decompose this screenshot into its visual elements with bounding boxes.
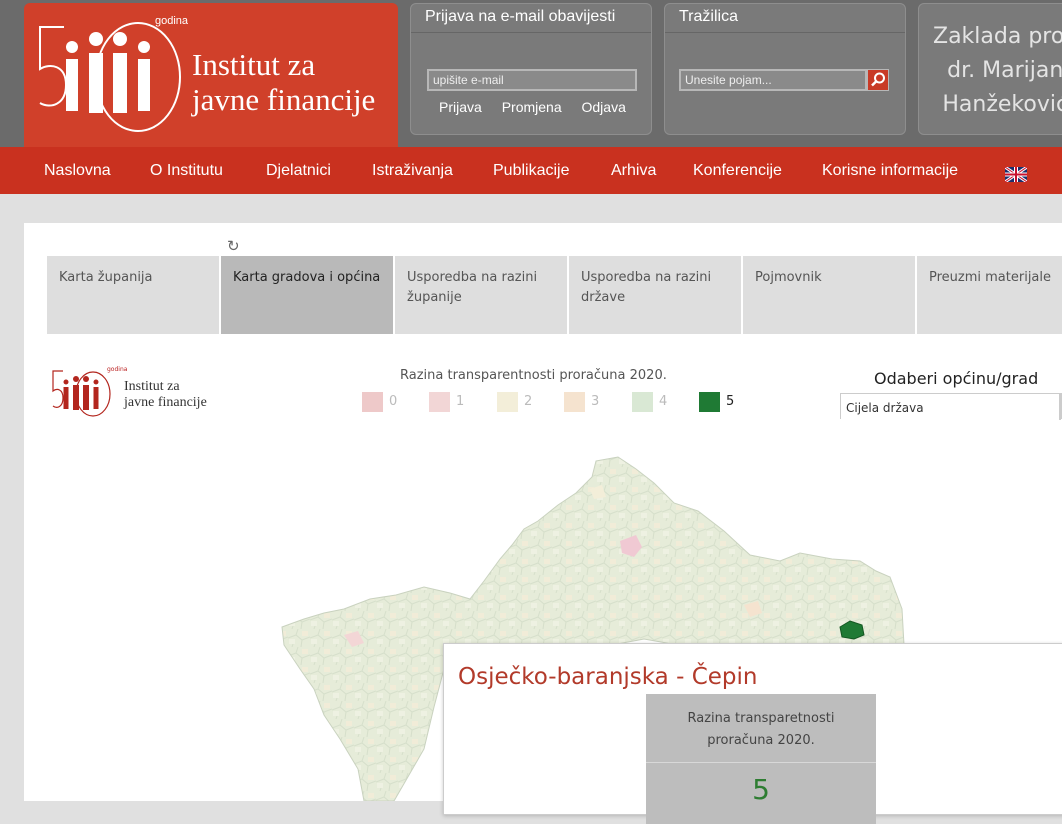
nav-item-arhiva[interactable]: Arhiva (611, 162, 656, 180)
legend-swatch (699, 392, 720, 412)
change-link[interactable]: Promjena (502, 99, 562, 115)
zaklada-text: Zaklada prof. dr. Marijan Hanžeković (933, 24, 1062, 117)
legend-label: 4 (659, 394, 668, 409)
main-navigation: Naslovna O Institutu Djelatnici Istraživ… (0, 147, 1062, 194)
dashboard-area: ↻ Karta županija Karta gradova i općina … (24, 223, 1062, 824)
search-icon (871, 72, 885, 87)
search-panel: Tražilica Unesite pojam... (664, 3, 906, 135)
legend-label: 3 (591, 394, 600, 409)
tooltip-score-value: 5 (646, 762, 876, 824)
tab-preuzmi-materijale[interactable]: Preuzmi materijale (917, 256, 1062, 334)
region-tooltip: Osječko-baranjska - Čepin Razina transpa… (443, 643, 1062, 824)
legend-label: 1 (456, 394, 465, 409)
tooltip-score-box: Razina transparetnosti proračuna 2020. 5 (646, 694, 876, 824)
search-input[interactable]: Unesite pojam... (679, 69, 867, 91)
municipality-select-label: Odaberi općinu/grad (874, 369, 1039, 388)
unsubscribe-link[interactable]: Odjava (582, 99, 626, 115)
tooltip-title: Osječko-baranjska - Čepin (458, 664, 758, 690)
english-flag-icon[interactable] (1005, 167, 1027, 182)
legend-label: 2 (524, 394, 533, 409)
logo-title: Institut za javne financije (192, 47, 376, 117)
small-logo-title: Institut za javne financije (124, 379, 207, 410)
logo-godina: godina (155, 15, 189, 27)
legend-swatch (497, 392, 518, 412)
nav-item-istrazivanja[interactable]: Istraživanja (372, 162, 453, 180)
tab-karta-gradova[interactable]: Karta gradova i općina (221, 256, 393, 334)
small-logo-mark (52, 370, 111, 417)
municipality-select[interactable]: Cijela država (840, 393, 1062, 420)
municipality-select-value: Cijela država (846, 401, 924, 415)
nav-item-naslovna[interactable]: Naslovna (44, 162, 111, 180)
newsletter-title: Prijava na e-mail obavijesti (425, 8, 616, 25)
tab-pojmovnik[interactable]: Pojmovnik (743, 256, 915, 334)
legend-label: 5 (726, 394, 735, 409)
legend-title: Razina transparentnosti proračuna 2020. (400, 368, 667, 383)
zaklada-panel[interactable]: Zaklada prof. dr. Marijan Hanžeković (918, 3, 1062, 135)
legend-label: 0 (389, 394, 398, 409)
divider (665, 32, 905, 33)
site-header: godina Institut za javne financije Prija… (0, 0, 1062, 147)
email-input[interactable]: upišite e-mail (427, 69, 637, 91)
subscribe-link[interactable]: Prijava (439, 99, 482, 115)
nav-item-publikacije[interactable]: Publikacije (493, 162, 569, 180)
tab-karta-zupanija[interactable]: Karta županija (47, 256, 219, 334)
nav-item-korisne-informacije[interactable]: Korisne informacije (822, 162, 958, 180)
tooltip-caption: Razina transparetnosti proračuna 2020. (687, 711, 835, 748)
small-institute-logo: godina Institut za javne financije (51, 366, 207, 423)
legend-swatch (429, 392, 450, 412)
select-edge (1059, 394, 1061, 420)
nav-item-konferencije[interactable]: Konferencije (693, 162, 782, 180)
legend-swatch (564, 392, 585, 412)
legend-swatch (362, 392, 383, 412)
tab-usporedba-zupanije[interactable]: Usporedba na razini županije (395, 256, 567, 334)
small-logo-godina: godina (107, 366, 128, 373)
newsletter-links: Prijava Promjena Odjava (439, 99, 642, 115)
tab-usporedba-drzave[interactable]: Usporedba na razini države (569, 256, 741, 334)
divider (411, 32, 651, 33)
nav-item-o-institutu[interactable]: O Institutu (150, 162, 223, 180)
logo-50-mark (39, 22, 181, 132)
nav-item-djelatnici[interactable]: Djelatnici (266, 162, 331, 180)
search-title: Tražilica (679, 8, 738, 25)
legend-swatch (632, 392, 653, 412)
refresh-icon[interactable]: ↻ (227, 237, 240, 255)
search-button[interactable] (867, 69, 889, 91)
newsletter-panel: Prijava na e-mail obavijesti upišite e-m… (410, 3, 652, 135)
institute-logo[interactable]: godina Institut za javne financije (24, 3, 398, 147)
